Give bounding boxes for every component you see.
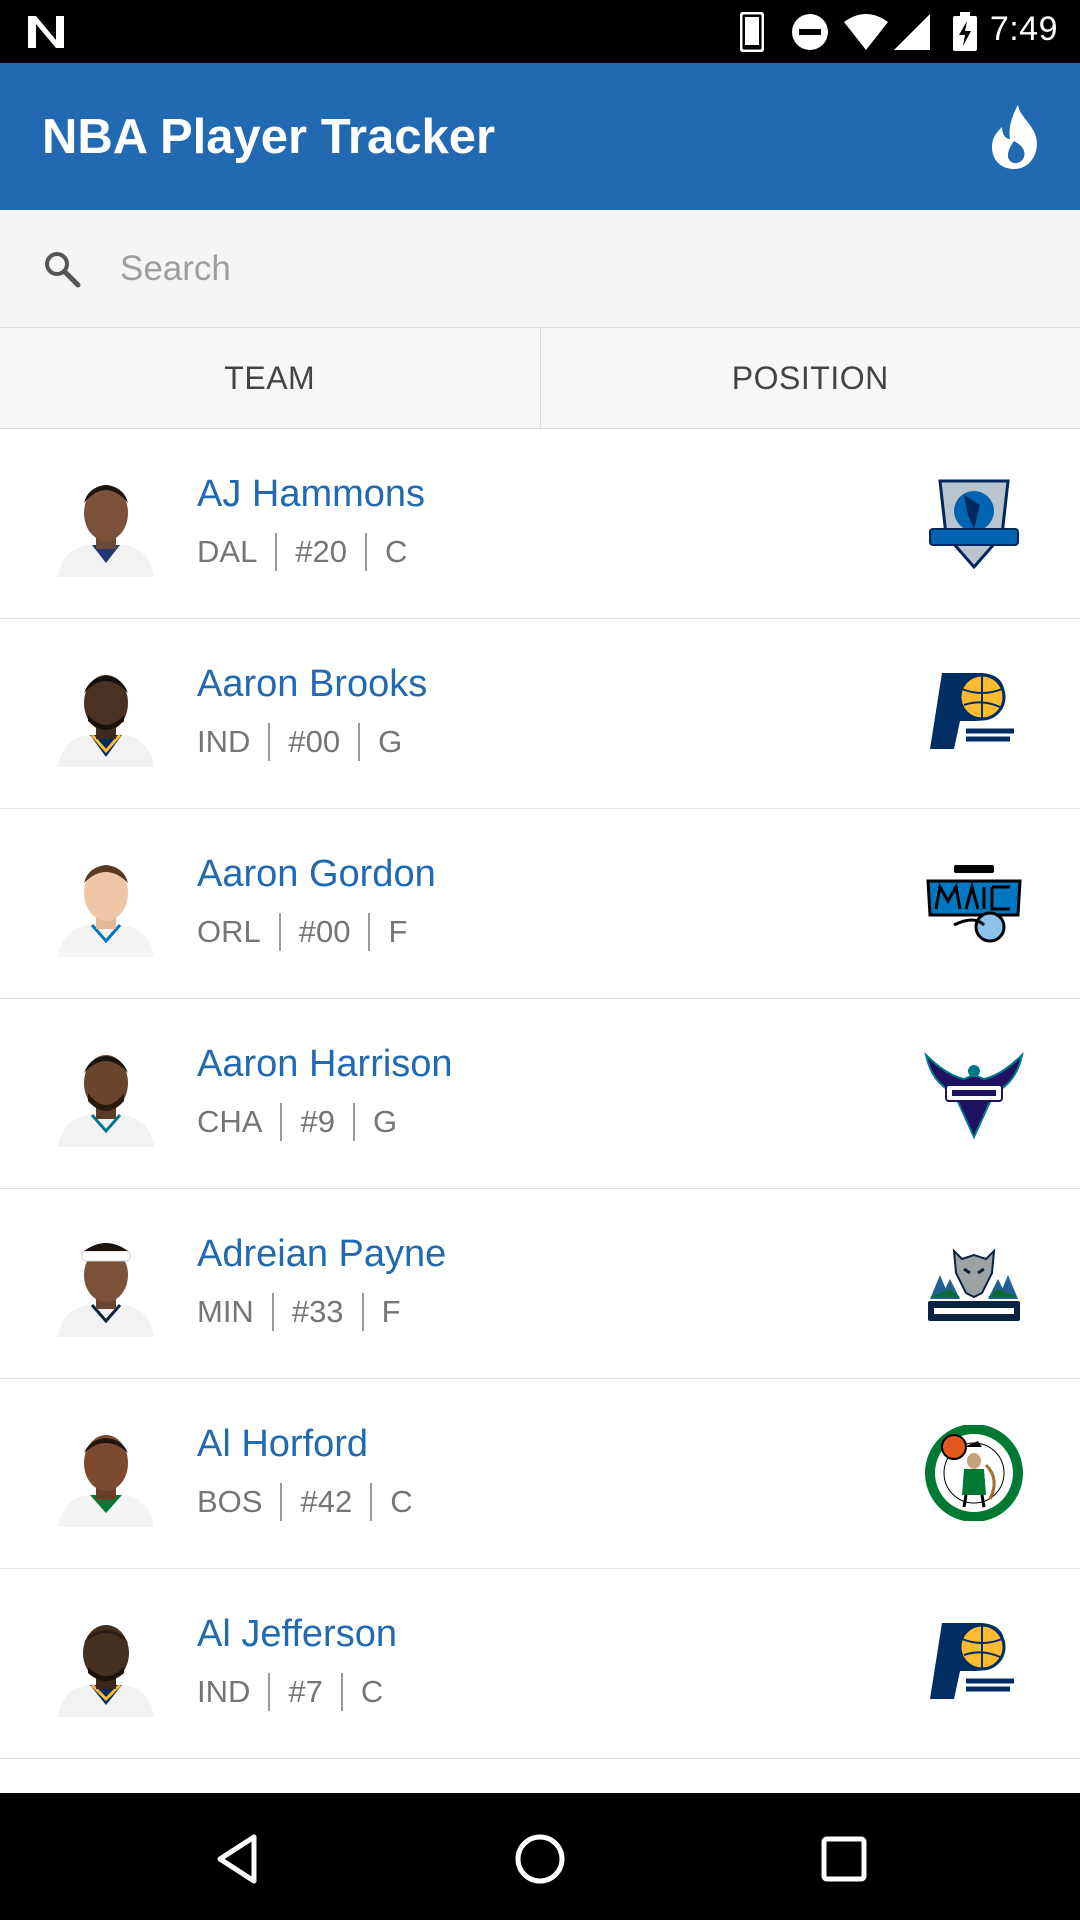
do-not-disturb-icon — [792, 14, 828, 50]
player-avatar — [58, 675, 154, 767]
player-row[interactable]: Al Jefferson IND #7 C — [0, 1569, 1080, 1759]
player-position: C — [360, 1674, 384, 1709]
magic-logo — [926, 865, 1022, 943]
navigation-bar — [0, 1793, 1080, 1920]
battery-charging-icon — [953, 12, 977, 51]
search-input[interactable] — [118, 238, 1022, 300]
player-avatar — [58, 1625, 154, 1717]
player-number: #00 — [298, 914, 351, 949]
recents-icon[interactable] — [814, 1829, 874, 1889]
player-team: ORL — [197, 914, 261, 949]
player-row[interactable]: AJ Hammons DAL #20 C — [0, 429, 1080, 619]
player-row[interactable]: Adreian Payne MIN #33 F — [0, 1189, 1080, 1379]
meta-divider — [280, 1103, 283, 1141]
app-bar: NBA Player Tracker — [0, 63, 1080, 210]
back-icon[interactable] — [208, 1829, 268, 1889]
player-name: Adreian Payne — [197, 1233, 447, 1275]
meta-divider — [271, 1293, 274, 1331]
home-icon[interactable] — [510, 1829, 570, 1889]
player-number: #33 — [291, 1294, 344, 1329]
notification-n-icon — [28, 16, 64, 48]
mavericks-logo — [929, 479, 1019, 570]
player-number: #42 — [300, 1484, 353, 1519]
phone-icon — [740, 12, 764, 52]
player-number: #20 — [295, 534, 348, 569]
player-name: Aaron Gordon — [197, 853, 436, 895]
player-avatar — [58, 485, 154, 577]
meta-divider — [370, 1483, 373, 1521]
meta-divider — [368, 913, 371, 951]
celtics-logo — [925, 1425, 1023, 1521]
player-number: #9 — [300, 1104, 335, 1139]
player-team: BOS — [197, 1484, 263, 1519]
player-meta: ORL #00 F — [197, 913, 407, 951]
player-team: MIN — [197, 1294, 254, 1329]
player-meta: IND #00 G — [197, 723, 402, 761]
player-position: F — [388, 914, 408, 949]
player-meta: CHA #9 G — [197, 1103, 397, 1141]
player-position: G — [372, 1104, 398, 1139]
player-name: Al Horford — [197, 1423, 369, 1465]
player-team: CHA — [197, 1104, 263, 1139]
player-avatar — [58, 865, 154, 957]
meta-divider — [340, 1673, 343, 1711]
player-avatar — [58, 1435, 154, 1527]
player-team: IND — [197, 1674, 251, 1709]
player-avatar — [58, 1055, 154, 1147]
player-name: Al Jefferson — [197, 1613, 397, 1655]
player-meta: DAL #20 C — [197, 533, 407, 571]
timberwolves-logo — [928, 1248, 1020, 1321]
team-filter-button[interactable]: TEAM — [0, 328, 540, 428]
player-position: F — [381, 1294, 401, 1329]
status-time: 7:49 — [989, 10, 1058, 48]
search-icon — [45, 252, 81, 288]
player-number: #7 — [288, 1674, 323, 1709]
meta-divider — [365, 533, 368, 571]
cell-signal-icon — [894, 14, 930, 50]
position-filter-button[interactable]: POSITION — [539, 328, 1080, 428]
player-avatar — [58, 1243, 154, 1337]
meta-divider — [268, 723, 271, 761]
meta-divider — [352, 1103, 355, 1141]
player-position: G — [378, 724, 403, 759]
player-name: Aaron Harrison — [197, 1043, 453, 1085]
meta-divider — [358, 723, 361, 761]
pacers-logo — [930, 1623, 1020, 1699]
meta-divider — [361, 1293, 364, 1331]
meta-divider — [275, 533, 278, 571]
search-bar — [0, 210, 1080, 328]
player-name: AJ Hammons — [197, 473, 426, 515]
player-row[interactable]: Aaron Harrison CHA #9 G — [0, 999, 1080, 1189]
player-name: Aaron Brooks — [197, 663, 428, 705]
wifi-icon — [844, 14, 888, 50]
player-meta: MIN #33 F — [197, 1293, 401, 1331]
player-meta: IND #7 C — [197, 1673, 383, 1711]
meta-divider — [278, 913, 281, 951]
filter-tabs: TEAM POSITION — [0, 328, 1080, 429]
meta-divider — [268, 1673, 271, 1711]
player-team: IND — [197, 724, 251, 759]
app-title: NBA Player Tracker — [42, 110, 496, 164]
status-bar: 7:49 — [0, 0, 1080, 63]
player-position: C — [385, 534, 408, 569]
player-row[interactable]: Aaron Brooks IND #00 G — [0, 619, 1080, 809]
flame-icon[interactable] — [984, 101, 1048, 173]
player-row[interactable]: Al Horford BOS #42 C — [0, 1379, 1080, 1569]
player-position: C — [390, 1484, 413, 1519]
player-row[interactable]: Aaron Gordon ORL #00 F — [0, 809, 1080, 999]
hornets-logo — [924, 1051, 1024, 1140]
meta-divider — [280, 1483, 283, 1521]
pacers-logo — [930, 673, 1020, 749]
player-list: AJ Hammons DAL #20 C Aaron Brooks IND #0… — [0, 429, 1080, 1759]
player-meta: BOS #42 C — [197, 1483, 413, 1521]
player-number: #00 — [288, 724, 341, 759]
player-team: DAL — [197, 534, 258, 569]
